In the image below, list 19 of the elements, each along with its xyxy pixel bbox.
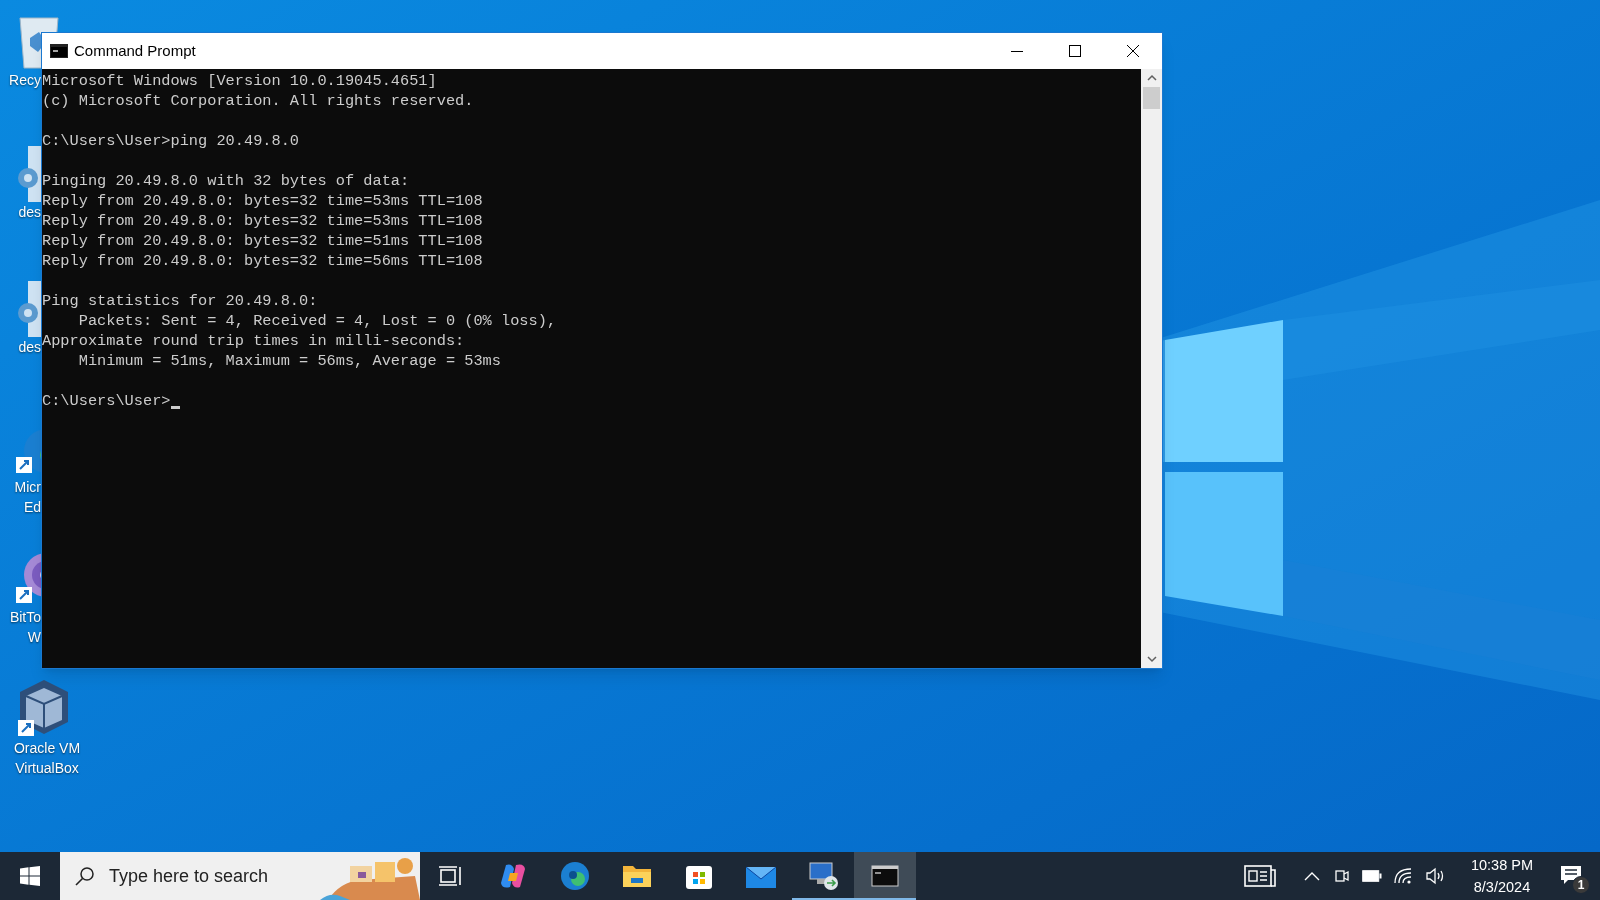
windows-logo-icon bbox=[20, 866, 40, 886]
search-field[interactable]: Type here to search bbox=[109, 862, 309, 890]
terminal-icon bbox=[871, 865, 899, 887]
folder-icon bbox=[622, 863, 652, 889]
search-bar[interactable]: Type here to search bbox=[60, 852, 420, 900]
notification-count: 1 bbox=[1572, 876, 1590, 894]
task-view-icon bbox=[439, 865, 463, 887]
news-icon[interactable] bbox=[1244, 865, 1276, 887]
search-icon bbox=[75, 866, 95, 886]
wifi-icon bbox=[1394, 867, 1414, 885]
clock-date: 8/3/2024 bbox=[1473, 878, 1531, 897]
remote-desktop-icon bbox=[807, 861, 839, 891]
browser-icon bbox=[560, 861, 590, 891]
clock[interactable]: 10:38 PM 8/3/2024 bbox=[1462, 854, 1542, 898]
taskbar-app-button[interactable] bbox=[854, 852, 916, 900]
volume-icon[interactable] bbox=[1426, 867, 1446, 885]
clock-time: 10:38 PM bbox=[1470, 856, 1534, 875]
battery-icon bbox=[1362, 870, 1382, 882]
chevron-up-icon[interactable] bbox=[1304, 871, 1320, 881]
